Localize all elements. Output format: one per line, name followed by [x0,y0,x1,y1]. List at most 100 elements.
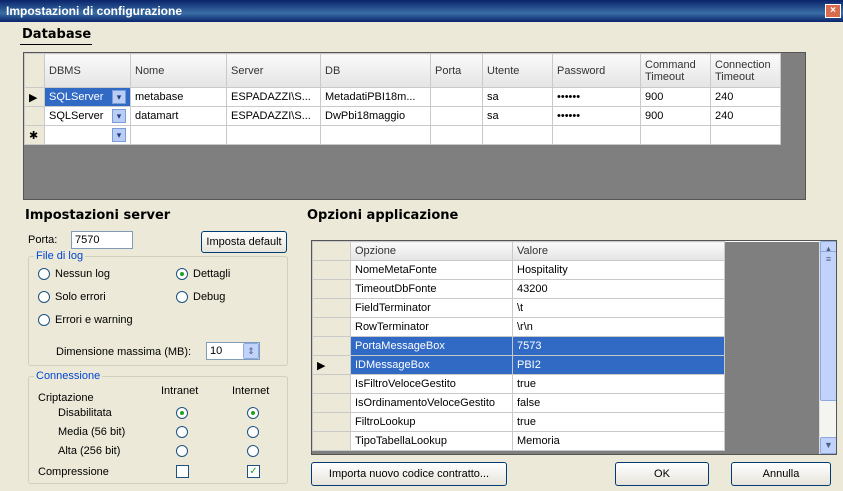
option-name[interactable]: PortaMessageBox [350,336,513,356]
option-row[interactable]: ▶ IDMessageBox PBI2 [312,355,820,375]
option-row[interactable]: NomeMetaFonte Hospitality [312,260,820,280]
table-row[interactable]: SQLServer ▾ datamart ESPADAZZI\S... DwPbi18m… [24,106,781,126]
option-row[interactable]: PortaMessageBox 7573 [312,336,820,356]
chevron-down-icon[interactable]: ▾ [112,109,126,123]
option-name[interactable]: NomeMetaFonte [350,260,513,280]
cell-server[interactable]: ESPADAZZI\S... [226,106,321,126]
default-button[interactable]: Imposta default [201,231,287,253]
option-name[interactable]: TimeoutDbFonte [350,279,513,299]
scroll-down-icon[interactable]: ▼ [820,437,836,454]
option-value[interactable]: Memoria [512,431,725,451]
intranet-disabilitata-radio[interactable] [176,407,188,419]
option-row[interactable]: FiltroLookup true [312,412,820,432]
cell-nome[interactable]: datamart [130,106,227,126]
option-row[interactable]: TipoTabellaLookup Memoria [312,431,820,451]
cell-cmd[interactable]: 900 [640,87,711,107]
column-header[interactable]: Password [552,53,641,88]
cell-porta[interactable] [430,106,483,126]
cell-db[interactable]: MetadatiPBI18m... [320,87,431,107]
option-name[interactable]: IsFiltroVeloceGestito [350,374,513,394]
chevron-down-icon[interactable]: ▾ [112,128,126,142]
scrollbar[interactable]: ▲ ≡ ▼ [819,241,836,454]
radio-debug[interactable]: Debug [176,291,225,303]
column-header[interactable]: Nome [130,53,227,88]
cell-dbms[interactable]: SQLServer ▾ [44,106,131,126]
intranet-media-radio[interactable] [176,426,188,438]
option-value[interactable]: Hospitality [512,260,725,280]
column-header[interactable]: DB [320,53,431,88]
radio-errori-warning[interactable]: Errori e warning [38,314,133,326]
cell-nome[interactable]: metabase [130,87,227,107]
option-row[interactable]: FieldTerminator \t [312,298,820,318]
cell-password[interactable] [552,125,641,145]
radio-solo-errori[interactable]: Solo errori [38,291,106,303]
cell-db[interactable]: DwPbi18maggio [320,106,431,126]
option-name[interactable]: RowTerminator [350,317,513,337]
cell-dbms[interactable]: SQLServer ▾ [44,87,131,107]
internet-media-radio[interactable] [247,426,259,438]
internet-disabilitata-radio[interactable] [247,407,259,419]
cell-porta[interactable] [430,87,483,107]
option-name[interactable]: FieldTerminator [350,298,513,318]
option-name[interactable]: IDMessageBox [350,355,513,375]
column-header[interactable]: Opzione [350,241,513,261]
option-value[interactable]: true [512,374,725,394]
chevron-down-icon[interactable]: ▾ [112,90,126,104]
cell-conn[interactable]: 240 [710,106,781,126]
option-value[interactable]: true [512,412,725,432]
column-header[interactable]: Utente [482,53,553,88]
option-row[interactable]: IsFiltroVeloceGestito true [312,374,820,394]
cell-porta[interactable] [430,125,483,145]
column-header[interactable]: Connection Timeout [710,53,781,88]
cell-conn[interactable] [710,125,781,145]
option-row[interactable]: RowTerminator \r\n [312,317,820,337]
ok-button[interactable]: OK [615,462,709,486]
cell-utente[interactable]: sa [482,106,553,126]
cancel-button[interactable]: Annulla [731,462,831,486]
column-header[interactable]: Server [226,53,321,88]
cell-server[interactable]: ESPADAZZI\S... [226,87,321,107]
radio-dettagli[interactable]: Dettagli [176,268,230,280]
cell-cmd[interactable]: 900 [640,106,711,126]
internet-alta-radio[interactable] [247,445,259,457]
table-row[interactable]: ✱ ▾ [24,125,781,145]
scroll-thumb[interactable]: ≡ [820,251,836,401]
porta-input[interactable]: 7570 [71,231,133,249]
column-header[interactable]: Porta [430,53,483,88]
column-header[interactable]: DBMS [44,53,131,88]
cell-utente[interactable] [482,125,553,145]
close-icon[interactable]: × [825,4,841,18]
intranet-alta-radio[interactable] [176,445,188,457]
cell-db[interactable] [320,125,431,145]
dbms-combo[interactable]: SQLServer ▾ [49,90,126,104]
table-row[interactable]: ▶ SQLServer ▾ metabase ESPADAZZI\S... Metadat… [24,87,781,107]
cell-utente[interactable]: sa [482,87,553,107]
cell-dbms[interactable]: ▾ [44,125,131,145]
cell-password[interactable]: •••••• [552,87,641,107]
option-name[interactable]: FiltroLookup [350,412,513,432]
option-value[interactable]: \r\n [512,317,725,337]
database-grid[interactable]: DBMS Nome Server DB Porta Utente Password Comma… [23,52,806,200]
option-value[interactable]: \t [512,298,725,318]
option-value[interactable]: PBI2 [512,355,725,375]
option-value[interactable]: 43200 [512,279,725,299]
cell-password[interactable]: •••••• [552,106,641,126]
spinner-icon[interactable]: ⇕ [243,343,259,359]
cell-nome[interactable] [130,125,227,145]
options-grid[interactable]: Opzione Valore NomeMetaFonte Hospitality Tim… [311,240,837,455]
option-name[interactable]: TipoTabellaLookup [350,431,513,451]
cell-server[interactable] [226,125,321,145]
column-header[interactable]: Valore [512,241,725,261]
import-contract-button[interactable]: Importa nuovo codice contratto... [311,462,507,486]
internet-compression-checkbox[interactable]: ✓ [247,465,260,478]
column-header[interactable]: Command Timeout [640,53,711,88]
cell-conn[interactable]: 240 [710,87,781,107]
option-row[interactable]: IsOrdinamentoVeloceGestito false [312,393,820,413]
dbms-combo[interactable]: ▾ [49,128,126,142]
option-name[interactable]: IsOrdinamentoVeloceGestito [350,393,513,413]
cell-cmd[interactable] [640,125,711,145]
intranet-compression-checkbox[interactable] [176,465,189,478]
option-row[interactable]: TimeoutDbFonte 43200 [312,279,820,299]
option-value[interactable]: 7573 [512,336,725,356]
option-value[interactable]: false [512,393,725,413]
